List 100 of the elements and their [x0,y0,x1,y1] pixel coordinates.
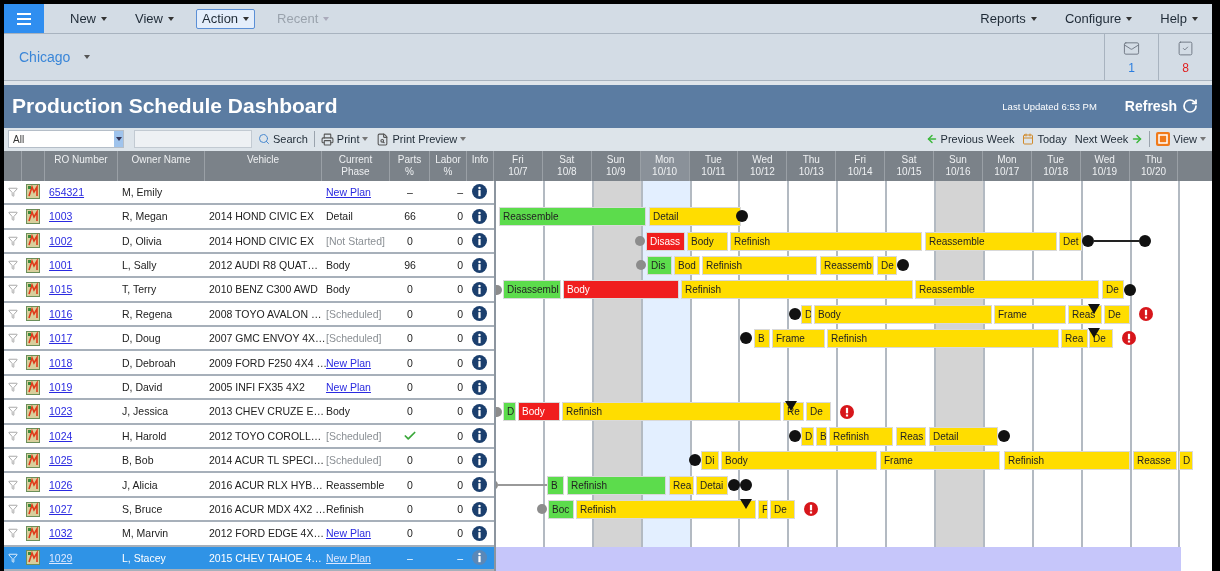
vehicle-map-icon[interactable] [26,452,40,468]
phase-bar[interactable]: De [770,499,795,519]
menu-item[interactable]: Help [1154,8,1204,29]
ro-number-link[interactable]: 1018 [49,356,73,369]
new-plan-link[interactable]: New Plan [326,381,371,394]
phase-bar[interactable]: De [806,402,831,422]
info-icon[interactable] [472,428,487,444]
vehicle-map-icon[interactable] [26,428,40,444]
phase-bar[interactable]: Refinish [562,402,781,422]
ro-number-link[interactable]: 1024 [49,429,73,442]
phase-bar[interactable]: Refinish [730,231,922,251]
vehicle-map-icon[interactable] [26,233,40,249]
new-plan-link[interactable]: New Plan [326,185,371,198]
phase-bar[interactable]: Refinish [1004,451,1130,471]
ro-number-link[interactable]: 654321 [49,185,85,198]
vehicle-map-icon[interactable] [26,525,40,541]
alert-icon[interactable] [1122,331,1136,346]
phase-bar[interactable]: Reassemble [925,231,1057,251]
phase-bar[interactable]: D [801,426,814,446]
info-icon[interactable] [472,233,487,249]
alert-icon[interactable] [1139,306,1153,321]
phase-bar[interactable]: Body [563,280,679,300]
phase-bar[interactable]: Det [1059,231,1082,251]
next-week-button[interactable]: Next Week [1072,133,1146,146]
menu-item[interactable]: View [129,8,180,29]
ro-number-link[interactable]: 1017 [49,332,73,345]
phase-bar[interactable]: B [816,426,827,446]
phase-bar[interactable]: B [547,475,564,495]
phase-bar[interactable]: Frame [880,451,1000,471]
print-button[interactable]: Print [318,132,371,146]
phase-bar[interactable]: De [1102,280,1124,300]
search-button[interactable]: Search [256,133,310,146]
vehicle-map-icon[interactable] [26,306,40,322]
phase-bar[interactable]: Reassemb [820,255,874,275]
phase-bar[interactable]: Body [721,451,877,471]
info-icon[interactable] [472,452,487,468]
today-button[interactable]: Today [1020,133,1069,146]
phase-bar[interactable]: Boc [548,499,574,519]
vehicle-map-icon[interactable] [26,403,40,419]
new-plan-link[interactable]: New Plan [326,527,371,540]
phase-bar[interactable]: D [503,402,516,422]
info-icon[interactable] [472,306,487,322]
ro-number-link[interactable]: 1015 [49,283,73,296]
phase-bar[interactable]: Refinish [567,475,666,495]
ro-number-link[interactable]: 1026 [49,478,73,491]
phase-bar[interactable]: Body [518,402,560,422]
search-field[interactable] [134,130,252,149]
phase-bar[interactable]: D [801,304,812,324]
info-icon[interactable] [472,282,487,297]
info-icon[interactable] [472,330,487,346]
vehicle-map-icon[interactable] [26,282,40,297]
menu-item[interactable]: Action [195,8,256,29]
info-icon[interactable] [472,525,487,541]
vehicle-map-icon[interactable] [26,257,40,273]
phase-bar[interactable]: Refinish [681,280,913,300]
phase-bar[interactable]: Refinish [827,329,1059,349]
new-plan-link[interactable]: New Plan [326,356,371,369]
vehicle-map-icon[interactable] [26,330,40,346]
vehicle-map-icon[interactable] [26,355,40,371]
phase-bar[interactable]: F [758,499,768,519]
phase-bar[interactable]: Frame [994,304,1066,324]
info-icon[interactable] [472,403,487,419]
phase-bar[interactable]: B [754,329,770,349]
phase-bar[interactable]: Refinish [829,426,893,446]
alert-icon[interactable] [840,404,854,419]
vehicle-map-icon[interactable] [26,477,40,493]
vehicle-map-icon[interactable] [26,208,40,224]
ro-number-link[interactable]: 1027 [49,503,73,515]
refresh-button[interactable]: Refresh [1124,98,1198,115]
menu-item[interactable]: New [64,8,113,29]
phase-bar[interactable]: De [1104,304,1130,324]
phase-bar[interactable]: Body [814,304,992,324]
alert-icon[interactable] [804,502,818,517]
ro-number-link[interactable]: 1032 [49,527,73,540]
menu-item[interactable]: Configure [1058,8,1139,29]
phase-bar[interactable]: Reasse [1133,451,1177,471]
phase-bar[interactable]: Refinish [702,255,817,275]
phase-bar[interactable]: Di [701,451,719,471]
phase-bar[interactable]: Rea [669,475,694,495]
vehicle-map-icon[interactable] [26,550,40,566]
print-preview-button[interactable]: Print Preview [374,132,469,146]
phase-bar[interactable]: De [877,255,897,275]
vehicle-map-icon[interactable] [26,501,40,517]
filter-select[interactable]: All [8,130,124,149]
phase-bar[interactable]: Frame [772,329,825,349]
info-icon[interactable] [472,477,487,493]
view-button[interactable]: View [1154,132,1208,147]
ro-number-link[interactable]: 1003 [49,210,73,223]
info-icon[interactable] [472,379,487,395]
phase-bar[interactable]: Reassemble [499,207,646,227]
phase-bar[interactable]: Disassembl [503,280,561,300]
ro-number-link[interactable]: 1023 [49,405,73,418]
ro-number-link[interactable]: 1019 [49,381,73,394]
vehicle-map-icon[interactable] [26,379,40,395]
info-icon[interactable] [472,184,487,200]
info-icon[interactable] [472,355,487,371]
phase-bar[interactable]: D [1179,451,1193,471]
info-icon[interactable] [472,208,487,224]
ro-number-link[interactable]: 1016 [49,307,73,320]
phase-bar[interactable]: Refinish [576,499,756,519]
